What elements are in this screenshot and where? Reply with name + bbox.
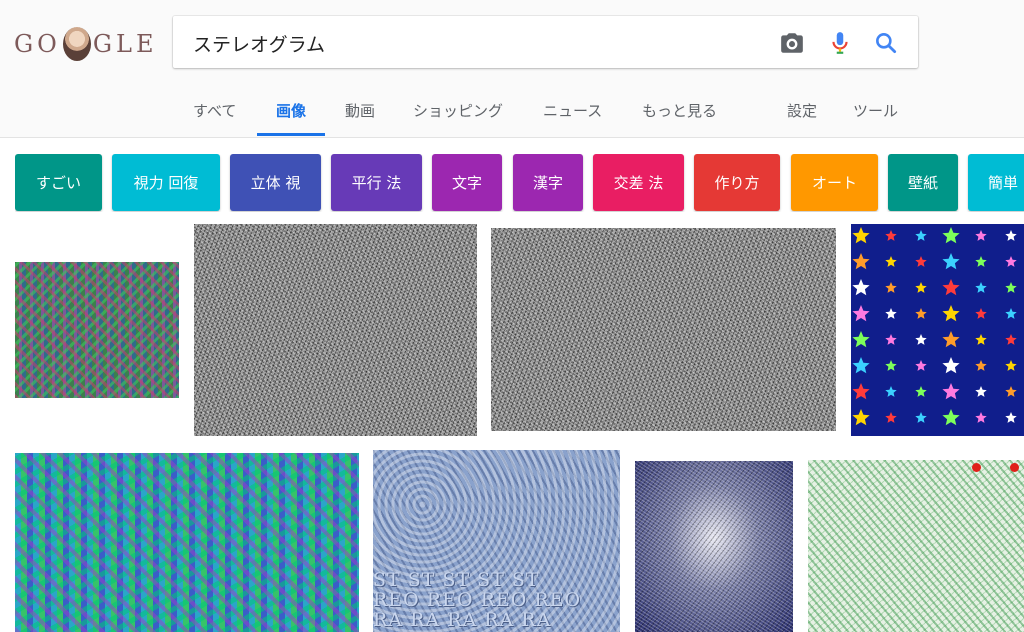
tab-images[interactable]: 画像: [256, 100, 326, 136]
related-search-chips: すごい 視力 回復 立体 視 平行 法 文字 漢字 交差 法 作り方 オート 壁…: [15, 154, 1024, 212]
star-shape: [1005, 386, 1017, 397]
chip-auto[interactable]: オート: [791, 154, 878, 211]
logo-text-left: GO: [14, 30, 61, 58]
header: GO GLE すべて 画像 動画 ショッピング ニュース もっと見る 設定 ツー…: [0, 0, 1024, 138]
star-shape: [885, 282, 897, 293]
star-shape: [942, 383, 960, 400]
star-shape: [885, 386, 897, 397]
doodle-portrait-icon: [62, 27, 91, 61]
chip-kousahou[interactable]: 交差 法: [593, 154, 684, 211]
camera-icon[interactable]: [779, 30, 805, 56]
chip-moji[interactable]: 文字: [432, 154, 502, 211]
tab-all[interactable]: すべて: [193, 100, 236, 136]
search-input[interactable]: [191, 28, 755, 58]
star-shape: [1005, 308, 1017, 319]
settings-link[interactable]: 設定: [787, 100, 817, 136]
star-shape: [852, 305, 870, 322]
search-box: [173, 16, 918, 68]
logo-text-right: GLE: [92, 30, 158, 58]
image-result[interactable]: ST ST ST ST ST REO REO REO REO RA RA RA …: [373, 450, 620, 632]
star-shape: [975, 282, 987, 293]
mic-icon[interactable]: [827, 30, 853, 56]
star-shape: [1005, 256, 1017, 267]
google-doodle-logo[interactable]: GO GLE: [14, 24, 158, 64]
star-shape: [852, 227, 870, 244]
image-result[interactable]: [851, 224, 1024, 436]
star-shape: [885, 334, 897, 345]
star-shape: [1005, 412, 1017, 423]
star-shape: [915, 334, 927, 345]
star-shape: [852, 409, 870, 426]
tab-more[interactable]: もっと見る: [642, 100, 717, 136]
star-shape: [942, 279, 960, 296]
star-shape: [975, 230, 987, 241]
star-shape: [975, 334, 987, 345]
star-shape: [915, 386, 927, 397]
tools-link[interactable]: ツール: [853, 100, 898, 136]
star-shape: [942, 305, 960, 322]
star-shape: [975, 308, 987, 319]
search-tabs: すべて 画像 動画 ショッピング ニュース もっと見る 設定 ツール: [0, 96, 1024, 137]
star-shape: [975, 360, 987, 371]
star-shape: [915, 282, 927, 293]
star-shape: [885, 360, 897, 371]
chip-shiryoku-kaifuku[interactable]: 視力 回復: [112, 154, 220, 211]
star-shape: [942, 357, 960, 374]
star-shape: [975, 256, 987, 267]
tab-shopping[interactable]: ショッピング: [413, 100, 503, 136]
star-shape: [915, 308, 927, 319]
image-result[interactable]: [635, 461, 793, 632]
red-dot: [1010, 463, 1019, 472]
star-shape: [885, 256, 897, 267]
star-shape: [885, 308, 897, 319]
star-shape: [942, 331, 960, 348]
tab-news[interactable]: ニュース: [543, 100, 602, 136]
star-shape: [852, 331, 870, 348]
image-result[interactable]: [15, 453, 359, 632]
star-shape: [852, 357, 870, 374]
star-shape: [915, 360, 927, 371]
star-shape: [1005, 334, 1017, 345]
search-icon[interactable]: [873, 30, 899, 56]
star-shape: [885, 412, 897, 423]
letters-row: REO REO REO REO: [373, 589, 582, 611]
chip-heikouhou[interactable]: 平行 法: [331, 154, 422, 211]
chip-kabegami[interactable]: 壁紙: [888, 154, 958, 211]
star-shape: [942, 409, 960, 426]
stereogram-letters: ST ST ST ST ST REO REO REO REO RA RA RA …: [373, 570, 620, 630]
star-shape: [915, 256, 927, 267]
letters-row: RA RA RA RA RA: [373, 609, 552, 631]
star-shape: [1005, 360, 1017, 371]
star-shape: [942, 253, 960, 270]
red-dot: [972, 463, 981, 472]
star-shape: [885, 230, 897, 241]
star-shape: [1005, 282, 1017, 293]
star-shape: [852, 253, 870, 270]
image-result[interactable]: [491, 228, 836, 431]
star-shape: [975, 412, 987, 423]
image-result[interactable]: [194, 224, 477, 436]
star-shape: [852, 279, 870, 296]
star-shape: [942, 227, 960, 244]
image-result[interactable]: [808, 460, 1024, 632]
chip-kantan[interactable]: 簡単: [968, 154, 1024, 211]
star-shape: [852, 383, 870, 400]
chip-sugoi[interactable]: すごい: [15, 154, 102, 211]
chip-tsukurikata[interactable]: 作り方: [694, 154, 780, 211]
star-shape: [915, 412, 927, 423]
letters-row: ST ST ST ST ST: [373, 569, 540, 591]
star-shape: [975, 386, 987, 397]
star-pattern: [852, 227, 1017, 426]
star-shape: [915, 230, 927, 241]
tab-videos[interactable]: 動画: [345, 100, 375, 136]
chip-rittaishi[interactable]: 立体 視: [230, 154, 321, 211]
chip-kanji[interactable]: 漢字: [513, 154, 583, 211]
star-shape: [1005, 230, 1017, 241]
image-result[interactable]: [15, 262, 179, 398]
